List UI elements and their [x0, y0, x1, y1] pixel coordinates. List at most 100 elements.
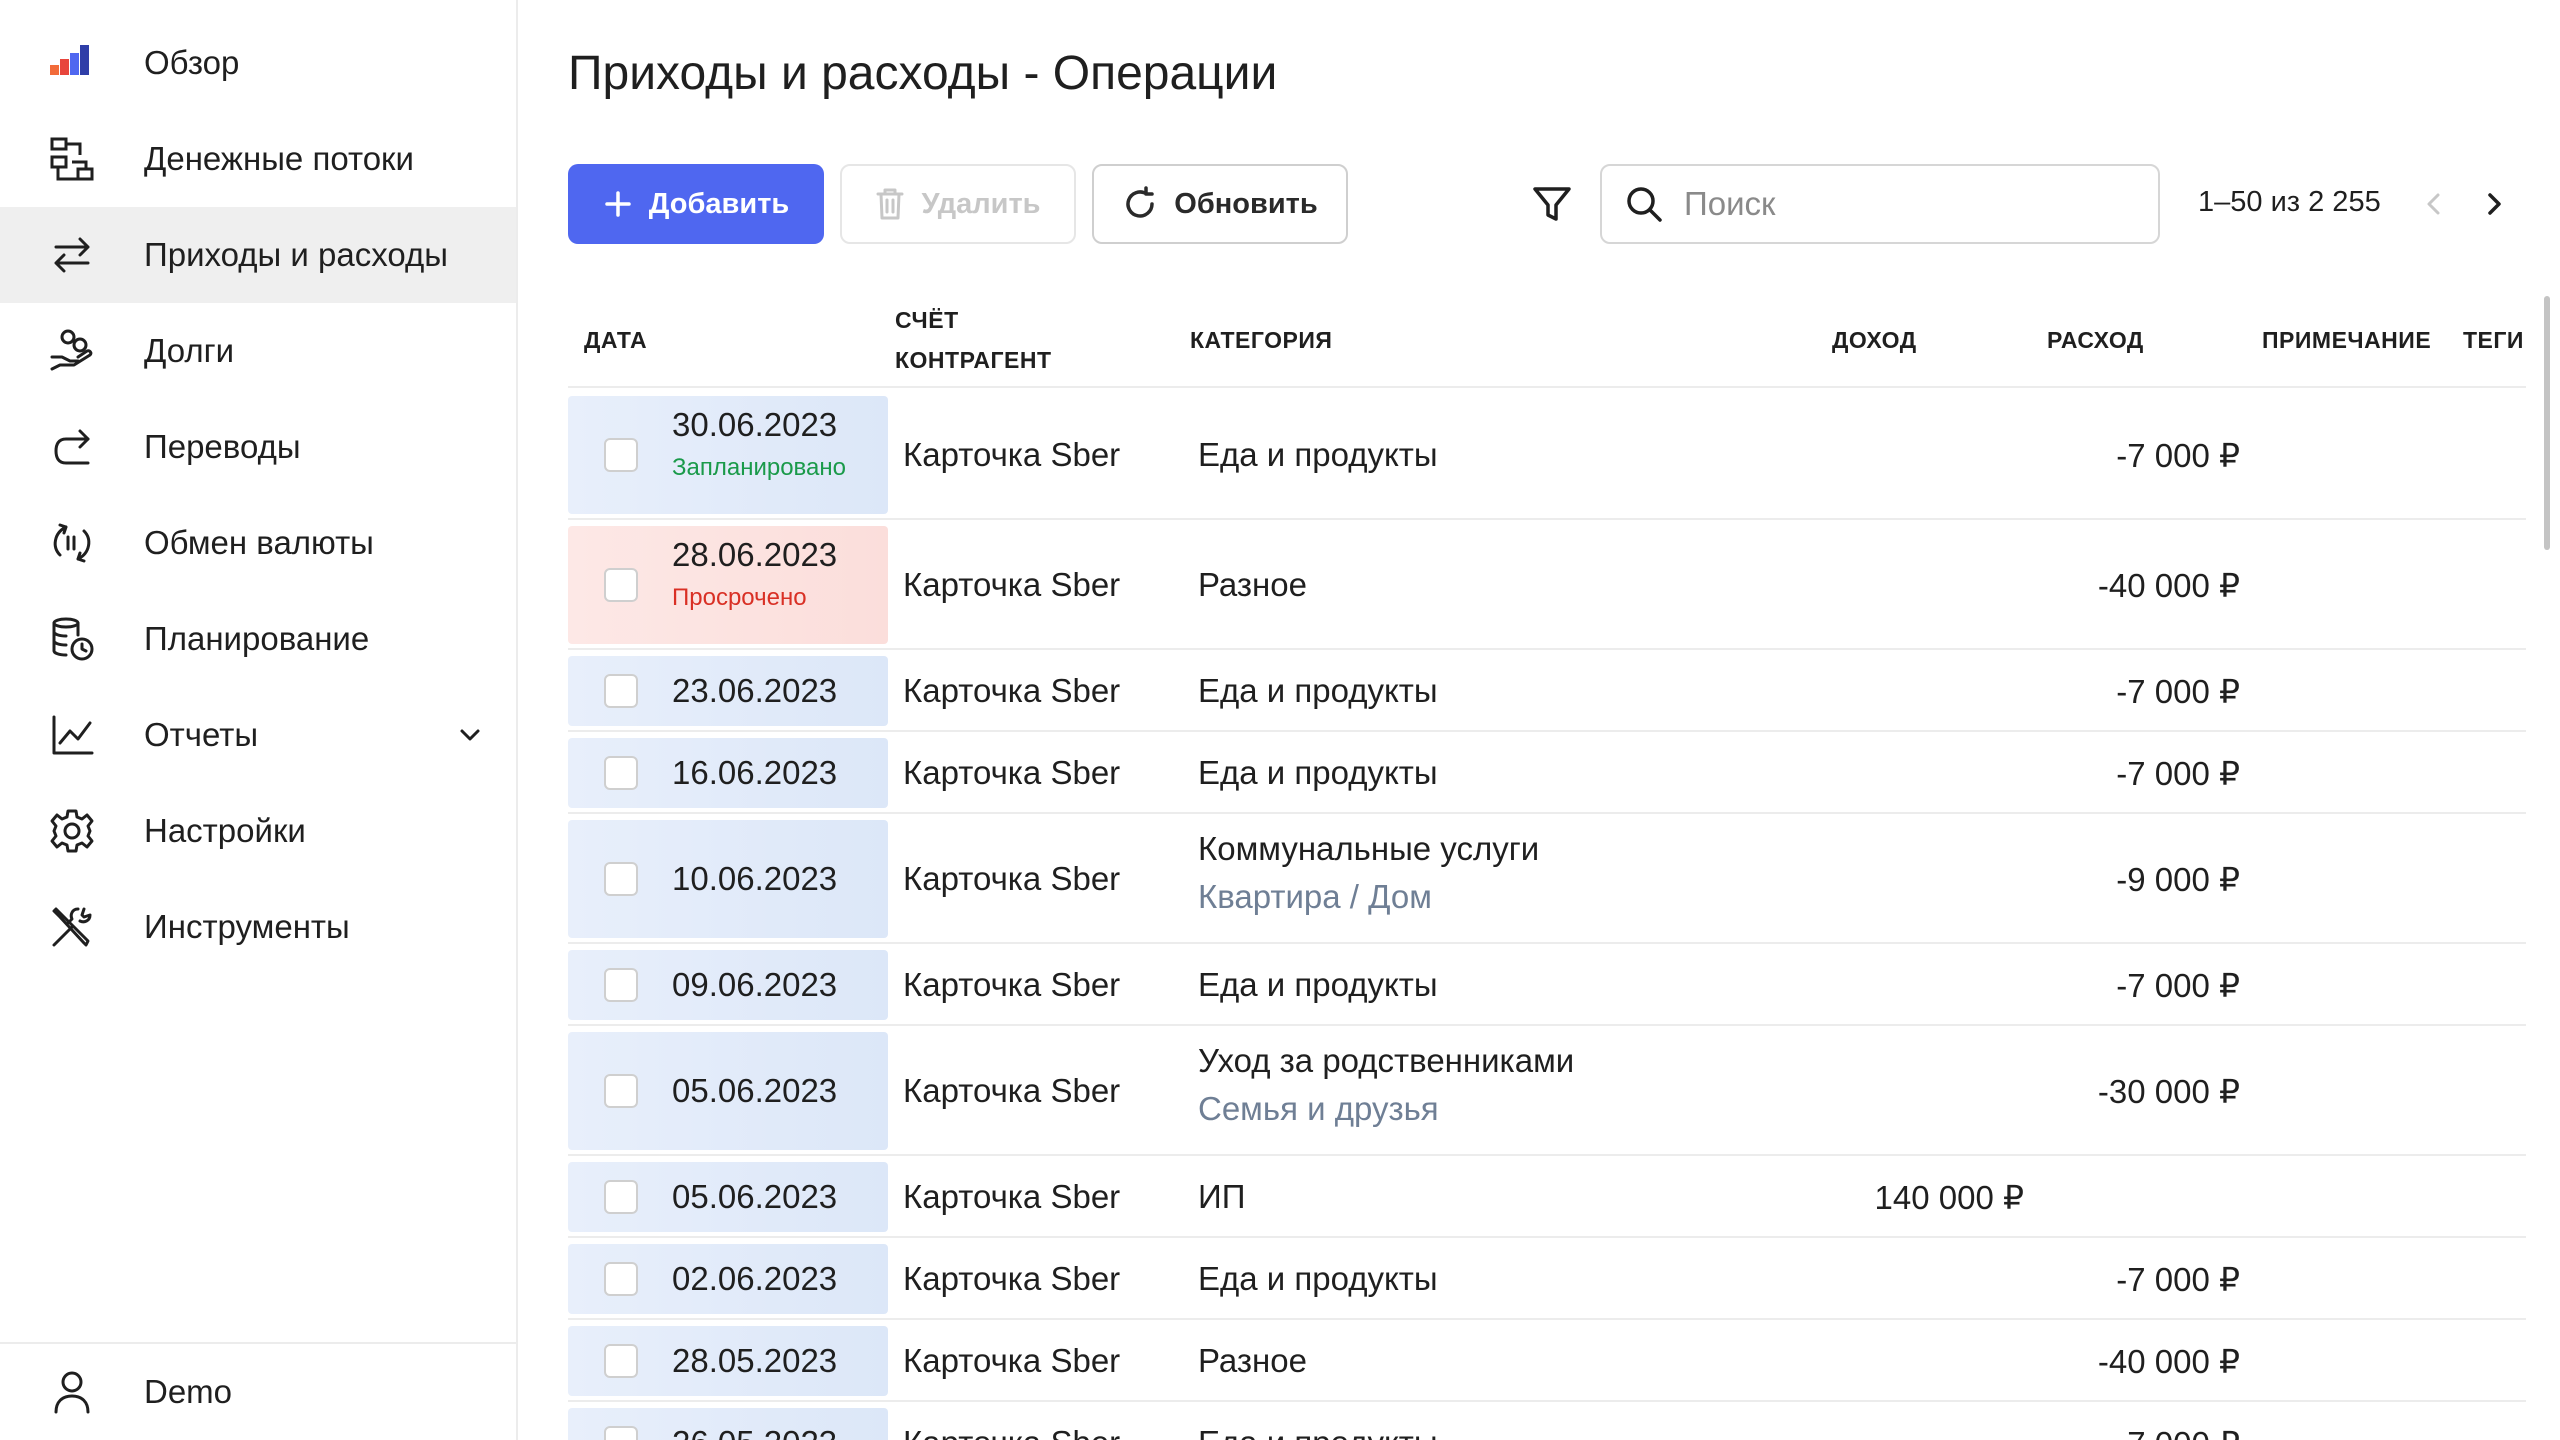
column-header-expense[interactable]: РАСХОД [2047, 320, 2144, 360]
transfer-arrow-icon [46, 421, 98, 473]
sidebar-item-planning[interactable]: Планирование [0, 591, 516, 687]
planning-coins-icon [46, 613, 98, 665]
row-checkbox[interactable] [604, 1180, 638, 1214]
sidebar-item-income-expense[interactable]: Приходы и расходы [0, 207, 516, 303]
column-header-income[interactable]: ДОХОД [1832, 320, 1917, 360]
sidebar-item-label: Обмен валюты [144, 524, 374, 561]
row-checkbox[interactable] [604, 1426, 638, 1440]
user-icon [46, 1366, 98, 1418]
user-menu[interactable]: Demo [0, 1344, 516, 1440]
sidebar-item-label: Настройки [144, 812, 306, 849]
account-text: Карточка Sber [903, 1072, 1121, 1109]
date-cell: 26.05.2023 [568, 1408, 888, 1440]
sidebar-item-label: Долги [144, 332, 235, 369]
refresh-button[interactable]: Обновить [1092, 164, 1348, 244]
operations-table: ДАТА СЧЁТ КОНТРАГЕНТ КАТЕГОРИЯ ДОХОД РАС… [568, 292, 2526, 1440]
table-row[interactable]: 28.05.2023 Карточка Sber Разное -40 000 ₽ [568, 1320, 2526, 1402]
column-header-note[interactable]: ПРИМЕЧАНИЕ [2262, 320, 2431, 360]
table-row[interactable]: 05.06.2023 Карточка Sber Уход за родственн… [568, 1026, 2526, 1156]
table-row[interactable]: 16.06.2023 Карточка Sber Еда и продукты -7 … [568, 732, 2526, 814]
refresh-icon [1126, 186, 1155, 218]
table-row[interactable]: 30.06.2023 Запланировано Карточка Sber Еда … [568, 390, 2526, 520]
date-cell: 05.06.2023 [568, 1162, 888, 1232]
expense-amount: -30 000 ₽ [2097, 1073, 2240, 1110]
sidebar-item-label: Переводы [144, 428, 301, 465]
date-cell: 28.05.2023 [568, 1326, 888, 1396]
add-button[interactable]: Добавить [568, 164, 824, 244]
column-header-date[interactable]: ДАТА [584, 320, 647, 360]
sidebar-item-label: Отчеты [144, 716, 259, 753]
row-checkbox[interactable] [604, 568, 638, 602]
vertical-scrollbar[interactable] [2544, 296, 2550, 550]
category-text: Уход за родственниками [1198, 1042, 1575, 1079]
category-parent-text: Квартира / Дом [1198, 878, 1432, 915]
date-cell: 30.06.2023 Запланировано [568, 396, 888, 514]
search-box [1600, 164, 2160, 244]
plus-icon [605, 191, 631, 217]
sidebar-item-debts[interactable]: Долги [0, 303, 516, 399]
date-text: 16.06.2023 [672, 754, 838, 791]
delete-button[interactable]: Удалить [840, 164, 1076, 244]
sidebar-item-tools[interactable]: Инструменты [0, 879, 516, 975]
status-label: Просрочено [672, 584, 807, 611]
table-row[interactable]: 28.06.2023 Просрочено Карточка Sber Разное -… [568, 520, 2526, 650]
next-page-button[interactable] [2474, 184, 2514, 224]
date-text: 23.06.2023 [672, 672, 838, 709]
sidebar-item-label: Инструменты [144, 908, 350, 945]
expense-amount: -9 000 ₽ [2116, 861, 2240, 898]
category-text: Еда и продукты [1198, 672, 1438, 709]
column-header-counterparty[interactable]: КОНТРАГЕНТ [895, 340, 1052, 380]
sidebar-item-overview[interactable]: Обзор [0, 15, 516, 111]
date-cell: 23.06.2023 [568, 656, 888, 726]
account-text: Карточка Sber [903, 754, 1121, 791]
account-text: Карточка Sber [903, 1342, 1121, 1379]
row-checkbox[interactable] [604, 1262, 638, 1296]
expense-amount: -7 000 ₽ [2116, 755, 2240, 792]
sidebar-item-cashflow[interactable]: Денежные потоки [0, 111, 516, 207]
row-checkbox[interactable] [604, 1344, 638, 1378]
sidebar-item-label: Денежные потоки [144, 140, 414, 177]
date-cell: 09.06.2023 [568, 950, 888, 1020]
row-checkbox[interactable] [604, 862, 638, 896]
sidebar-item-settings[interactable]: Настройки [0, 783, 516, 879]
column-header-account[interactable]: СЧЁТ [895, 300, 959, 340]
income-amount: 140 000 ₽ [1874, 1179, 2024, 1216]
column-header-tags[interactable]: ТЕГИ [2463, 320, 2524, 360]
row-checkbox[interactable] [604, 756, 638, 790]
category-text: Еда и продукты [1198, 754, 1438, 791]
row-checkbox[interactable] [604, 438, 638, 472]
account-text: Карточка Sber [903, 1260, 1121, 1297]
date-text: 10.06.2023 [672, 860, 838, 897]
table-row[interactable]: 10.06.2023 Карточка Sber Коммунальные услу… [568, 814, 2526, 944]
user-name: Demo [144, 1373, 233, 1410]
date-cell: 05.06.2023 [568, 1032, 888, 1150]
date-cell: 16.06.2023 [568, 738, 888, 808]
delete-button-label: Удалить [921, 187, 1041, 220]
date-cell: 28.06.2023 Просрочено [568, 526, 888, 644]
date-cell: 10.06.2023 [568, 820, 888, 938]
prev-page-button[interactable] [2414, 184, 2454, 224]
expense-amount: -7 000 ₽ [2116, 673, 2240, 710]
chevron-down-icon[interactable] [452, 717, 488, 753]
expense-amount: -7 000 ₽ [2116, 1261, 2240, 1298]
sidebar-item-currency-exchange[interactable]: Обмен валюты [0, 495, 516, 591]
table-row[interactable]: 26.05.2023 Карточка Sber Еда и продукты -7 … [568, 1402, 2526, 1440]
category-text: Разное [1198, 1342, 1307, 1379]
category-text: Еда и продукты [1198, 1260, 1438, 1297]
table-row[interactable]: 02.06.2023 Карточка Sber Еда и продукты -7 … [568, 1238, 2526, 1320]
category-parent-text: Семья и друзья [1198, 1090, 1439, 1127]
table-row[interactable]: 23.06.2023 Карточка Sber Еда и продукты -7 … [568, 650, 2526, 732]
row-checkbox[interactable] [604, 968, 638, 1002]
row-checkbox[interactable] [604, 1074, 638, 1108]
page-title: Приходы и расходы - Операции [568, 47, 1278, 100]
pagination-info: 1–50 из 2 255 [2198, 186, 2381, 218]
search-input[interactable] [1682, 184, 2122, 224]
filter-button[interactable] [1528, 180, 1576, 228]
sidebar-item-transfers[interactable]: Переводы [0, 399, 516, 495]
sidebar-item-reports[interactable]: Отчеты [0, 687, 516, 783]
row-checkbox[interactable] [604, 674, 638, 708]
table-row[interactable]: 05.06.2023 Карточка Sber ИП 140 000 ₽ [568, 1156, 2526, 1238]
expense-amount: -7 000 ₽ [2116, 1424, 2240, 1440]
table-row[interactable]: 09.06.2023 Карточка Sber Еда и продукты -7 … [568, 944, 2526, 1026]
column-header-category[interactable]: КАТЕГОРИЯ [1190, 320, 1332, 360]
